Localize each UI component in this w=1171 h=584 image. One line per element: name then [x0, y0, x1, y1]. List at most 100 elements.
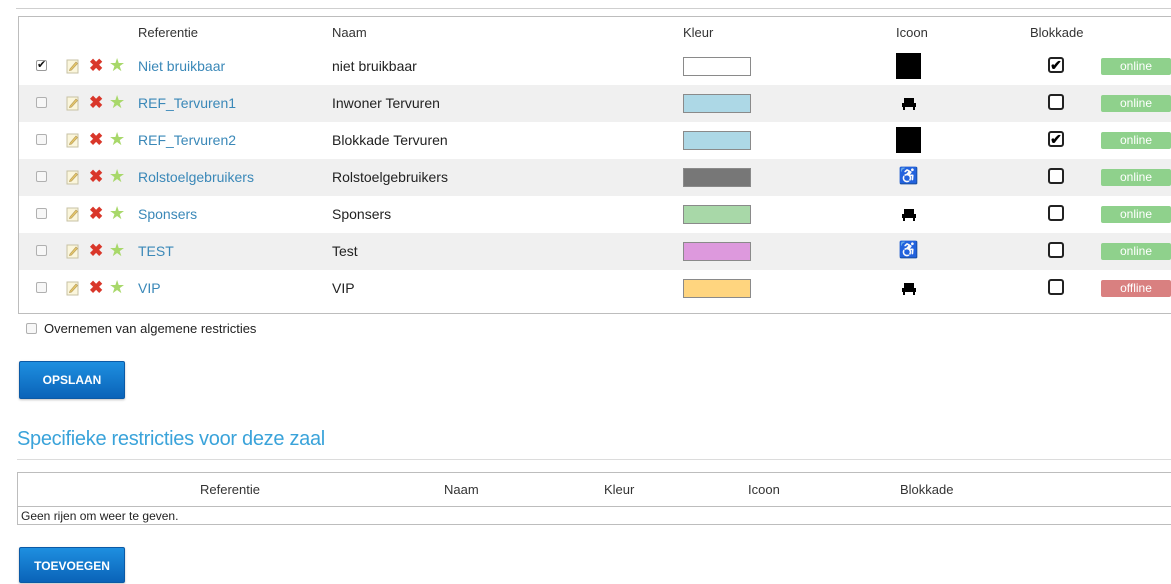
color-swatch	[683, 168, 751, 187]
star-icon[interactable]: ★	[109, 204, 125, 222]
overnemen-label: Overnemen van algemene restricties	[44, 321, 257, 336]
delete-icon[interactable]: ✖	[89, 168, 103, 186]
star-icon[interactable]: ★	[109, 93, 125, 111]
blokkade-checkbox[interactable]: ✔	[1048, 131, 1064, 147]
specific-header-kleur[interactable]: Kleur	[604, 482, 634, 497]
delete-icon[interactable]: ✖	[89, 242, 103, 260]
color-swatch	[683, 205, 751, 224]
table-row[interactable]: ✔ ✖ ★ Niet bruikbaar niet bruikbaar ✔ online	[19, 48, 1171, 85]
seat-icon	[896, 90, 921, 116]
blokkade-checkbox[interactable]	[1048, 242, 1064, 258]
color-swatch	[683, 279, 751, 298]
specific-header-icoon[interactable]: Icoon	[748, 482, 780, 497]
referentie-link[interactable]: REF_Tervuren1	[138, 95, 236, 111]
header-referentie[interactable]: Referentie	[138, 25, 198, 40]
status-badge[interactable]: offline	[1101, 280, 1171, 297]
edit-icon[interactable]	[66, 169, 80, 185]
specific-table-header: Referentie Naam Kleur Icoon Blokkade	[18, 473, 1171, 506]
table-row[interactable]: ✖ ★ REF_Tervuren1 Inwoner Tervuren online	[19, 85, 1171, 122]
save-button[interactable]: OPSLAAN	[19, 361, 125, 399]
black-square-icon	[896, 127, 921, 153]
status-badge[interactable]: online	[1101, 206, 1171, 223]
naam-cell: Blokkade Tervuren	[332, 132, 448, 148]
overnemen-checkbox-row[interactable]: Overnemen van algemene restricties	[26, 321, 256, 336]
blokkade-checkbox[interactable]	[1048, 168, 1064, 184]
overnemen-checkbox[interactable]	[26, 323, 37, 334]
status-badge[interactable]: online	[1101, 169, 1171, 186]
table-row[interactable]: ✖ ★ Sponsers Sponsers online	[19, 196, 1171, 233]
seat-icon	[896, 275, 921, 301]
table-row[interactable]: ✖ ★ REF_Tervuren2 Blokkade Tervuren ✔ online	[19, 122, 1171, 159]
referentie-link[interactable]: REF_Tervuren2	[138, 132, 236, 148]
restrictions-table: Referentie Naam Kleur Icoon Blokkade ✔ ✖ ★…	[18, 16, 1171, 314]
referentie-link[interactable]: Niet bruikbaar	[138, 58, 225, 74]
top-divider	[16, 8, 1171, 9]
star-icon[interactable]: ★	[109, 278, 125, 296]
status-badge[interactable]: online	[1101, 58, 1171, 75]
row-select-checkbox[interactable]	[36, 97, 47, 108]
section-title: Specifieke restricties voor deze zaal	[17, 428, 325, 450]
blokkade-checkbox[interactable]: ✔	[1048, 57, 1064, 73]
empty-message: Geen rijen om weer te geven.	[21, 509, 179, 523]
header-blokkade[interactable]: Blokkade	[1030, 25, 1083, 40]
status-badge[interactable]: online	[1101, 132, 1171, 149]
edit-icon[interactable]	[66, 95, 80, 111]
empty-message-row: Geen rijen om weer te geven.	[18, 506, 1171, 525]
table-row[interactable]: ✖ ★ Rolstoelgebruikers Rolstoelgebruikers ♿ o…	[19, 159, 1171, 196]
color-swatch	[683, 94, 751, 113]
row-select-checkbox[interactable]: ✔	[36, 60, 47, 71]
referentie-link[interactable]: VIP	[138, 280, 161, 296]
wheelchair-icon: ♿	[898, 168, 919, 185]
color-swatch	[683, 242, 751, 261]
delete-icon[interactable]: ✖	[89, 57, 103, 75]
edit-icon[interactable]	[66, 58, 80, 74]
status-badge[interactable]: online	[1101, 95, 1171, 112]
naam-cell: Test	[332, 243, 358, 259]
referentie-link[interactable]: Sponsers	[138, 206, 197, 222]
referentie-link[interactable]: Rolstoelgebruikers	[138, 169, 254, 185]
table-row[interactable]: ✖ ★ TEST Test ♿ online	[19, 233, 1171, 270]
row-select-checkbox[interactable]	[36, 208, 47, 219]
blokkade-checkbox[interactable]	[1048, 279, 1064, 295]
color-swatch	[683, 57, 751, 76]
row-select-checkbox[interactable]	[36, 282, 47, 293]
referentie-link[interactable]: TEST	[138, 243, 174, 259]
row-select-checkbox[interactable]	[36, 134, 47, 145]
delete-icon[interactable]: ✖	[89, 131, 103, 149]
delete-icon[interactable]: ✖	[89, 94, 103, 112]
table-header: Referentie Naam Kleur Icoon Blokkade	[19, 17, 1171, 48]
section-divider	[17, 459, 1171, 460]
status-badge[interactable]: online	[1101, 243, 1171, 260]
specific-restrictions-table: Referentie Naam Kleur Icoon Blokkade Gee…	[17, 472, 1171, 525]
header-kleur[interactable]: Kleur	[683, 25, 713, 40]
edit-icon[interactable]	[66, 243, 80, 259]
wheelchair-icon: ♿	[898, 242, 919, 259]
naam-cell: Rolstoelgebruikers	[332, 169, 448, 185]
edit-icon[interactable]	[66, 132, 80, 148]
delete-icon[interactable]: ✖	[89, 205, 103, 223]
star-icon[interactable]: ★	[109, 130, 125, 148]
naam-cell: niet bruikbaar	[332, 58, 417, 74]
seat-icon	[896, 201, 921, 227]
delete-icon[interactable]: ✖	[89, 279, 103, 297]
naam-cell: Sponsers	[332, 206, 392, 222]
blokkade-checkbox[interactable]	[1048, 205, 1064, 221]
edit-icon[interactable]	[66, 280, 80, 296]
header-icoon[interactable]: Icoon	[896, 25, 928, 40]
add-button[interactable]: TOEVOEGEN	[19, 547, 125, 583]
star-icon[interactable]: ★	[109, 56, 125, 74]
edit-icon[interactable]	[66, 206, 80, 222]
black-square-icon	[896, 53, 921, 79]
specific-header-referentie[interactable]: Referentie	[200, 482, 260, 497]
table-row[interactable]: ✖ ★ VIP VIP offline	[19, 270, 1171, 307]
specific-header-blokkade[interactable]: Blokkade	[900, 482, 953, 497]
star-icon[interactable]: ★	[109, 241, 125, 259]
color-swatch	[683, 131, 751, 150]
naam-cell: VIP	[332, 280, 355, 296]
blokkade-checkbox[interactable]	[1048, 94, 1064, 110]
header-naam[interactable]: Naam	[332, 25, 367, 40]
row-select-checkbox[interactable]	[36, 171, 47, 182]
row-select-checkbox[interactable]	[36, 245, 47, 256]
star-icon[interactable]: ★	[109, 167, 125, 185]
specific-header-naam[interactable]: Naam	[444, 482, 479, 497]
